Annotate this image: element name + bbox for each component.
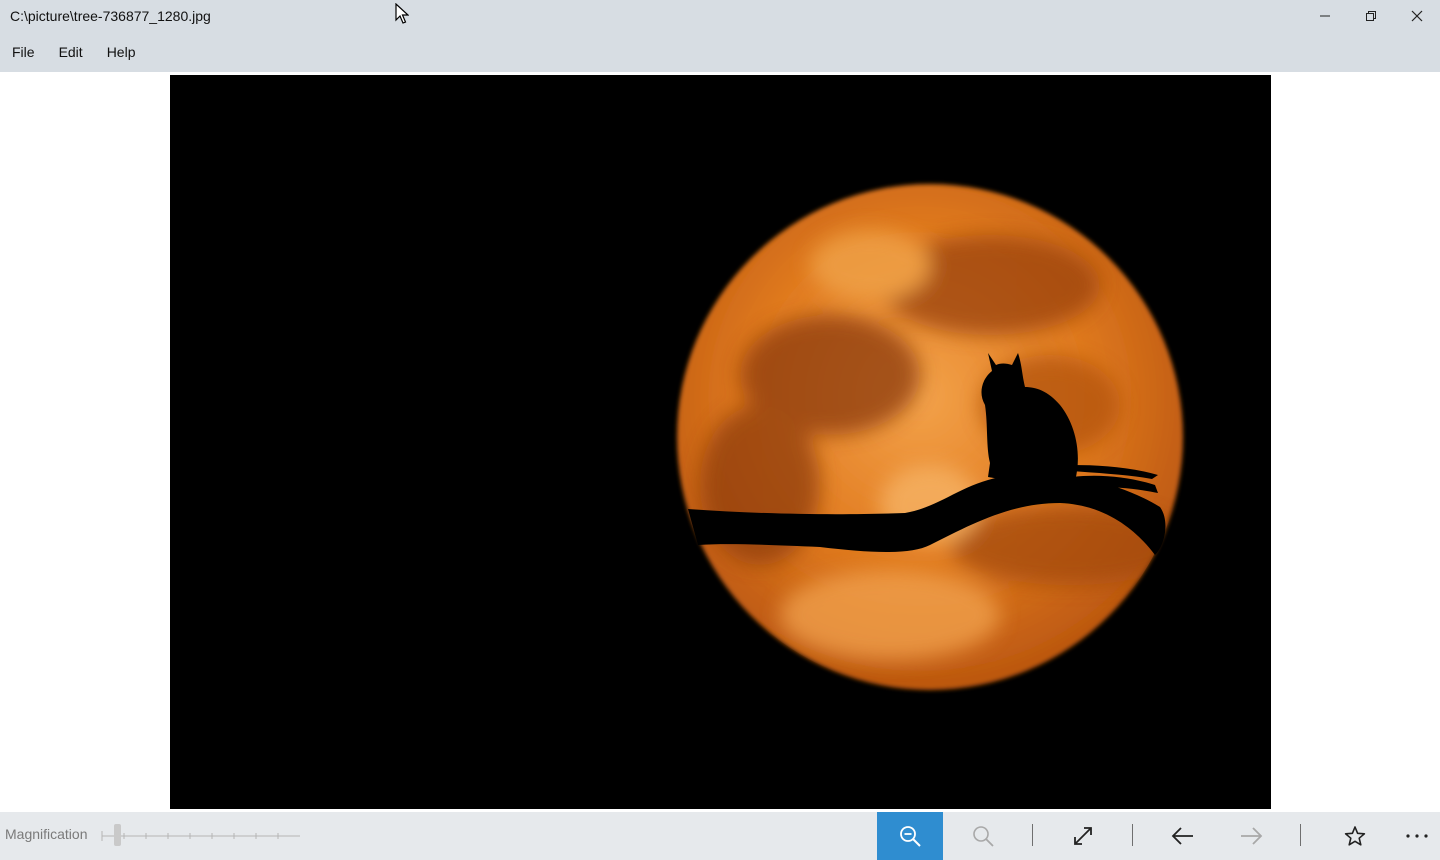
mouse-cursor-icon: [395, 2, 410, 30]
more-icon: [1406, 834, 1428, 838]
minimize-icon: [1320, 15, 1330, 17]
favorite-button[interactable]: [1322, 812, 1388, 860]
magnification-label: Magnification: [5, 826, 88, 842]
close-icon: [1411, 10, 1423, 22]
star-icon: [1344, 826, 1366, 846]
zoom-out-icon: [900, 826, 921, 847]
title-bar: C:\picture\tree-736877_1280.jpg File Edi…: [0, 0, 1440, 72]
menu-edit[interactable]: Edit: [47, 38, 95, 68]
image-viewport[interactable]: [0, 72, 1440, 812]
toolbar-separator: [1132, 824, 1133, 846]
menu-bar: File Edit Help: [0, 38, 147, 68]
menu-help[interactable]: Help: [95, 38, 148, 68]
restore-icon: [1366, 11, 1376, 21]
arrow-right-icon: [1241, 827, 1263, 845]
next-image-button[interactable]: [1218, 812, 1284, 860]
close-button[interactable]: [1394, 0, 1440, 32]
bottom-toolbar: Magnification: [0, 812, 1440, 860]
minimize-button[interactable]: [1302, 0, 1348, 32]
zoom-in-icon: [973, 826, 994, 847]
displayed-photo: [170, 75, 1271, 809]
fit-to-window-icon: [1074, 827, 1092, 845]
menu-file[interactable]: File: [0, 38, 47, 68]
previous-image-button[interactable]: [1150, 812, 1216, 860]
fit-to-window-button[interactable]: [1050, 812, 1116, 860]
toolbar-separator: [1032, 824, 1033, 846]
zoom-in-button[interactable]: [950, 812, 1016, 860]
window-title: C:\picture\tree-736877_1280.jpg: [10, 8, 211, 24]
magnification-slider[interactable]: [100, 818, 302, 854]
more-options-button[interactable]: [1384, 812, 1440, 860]
arrow-left-icon: [1171, 827, 1193, 845]
restore-button[interactable]: [1348, 0, 1394, 32]
slider-thumb[interactable]: [114, 824, 121, 846]
zoom-out-button[interactable]: [877, 812, 943, 860]
toolbar-separator: [1300, 824, 1301, 846]
